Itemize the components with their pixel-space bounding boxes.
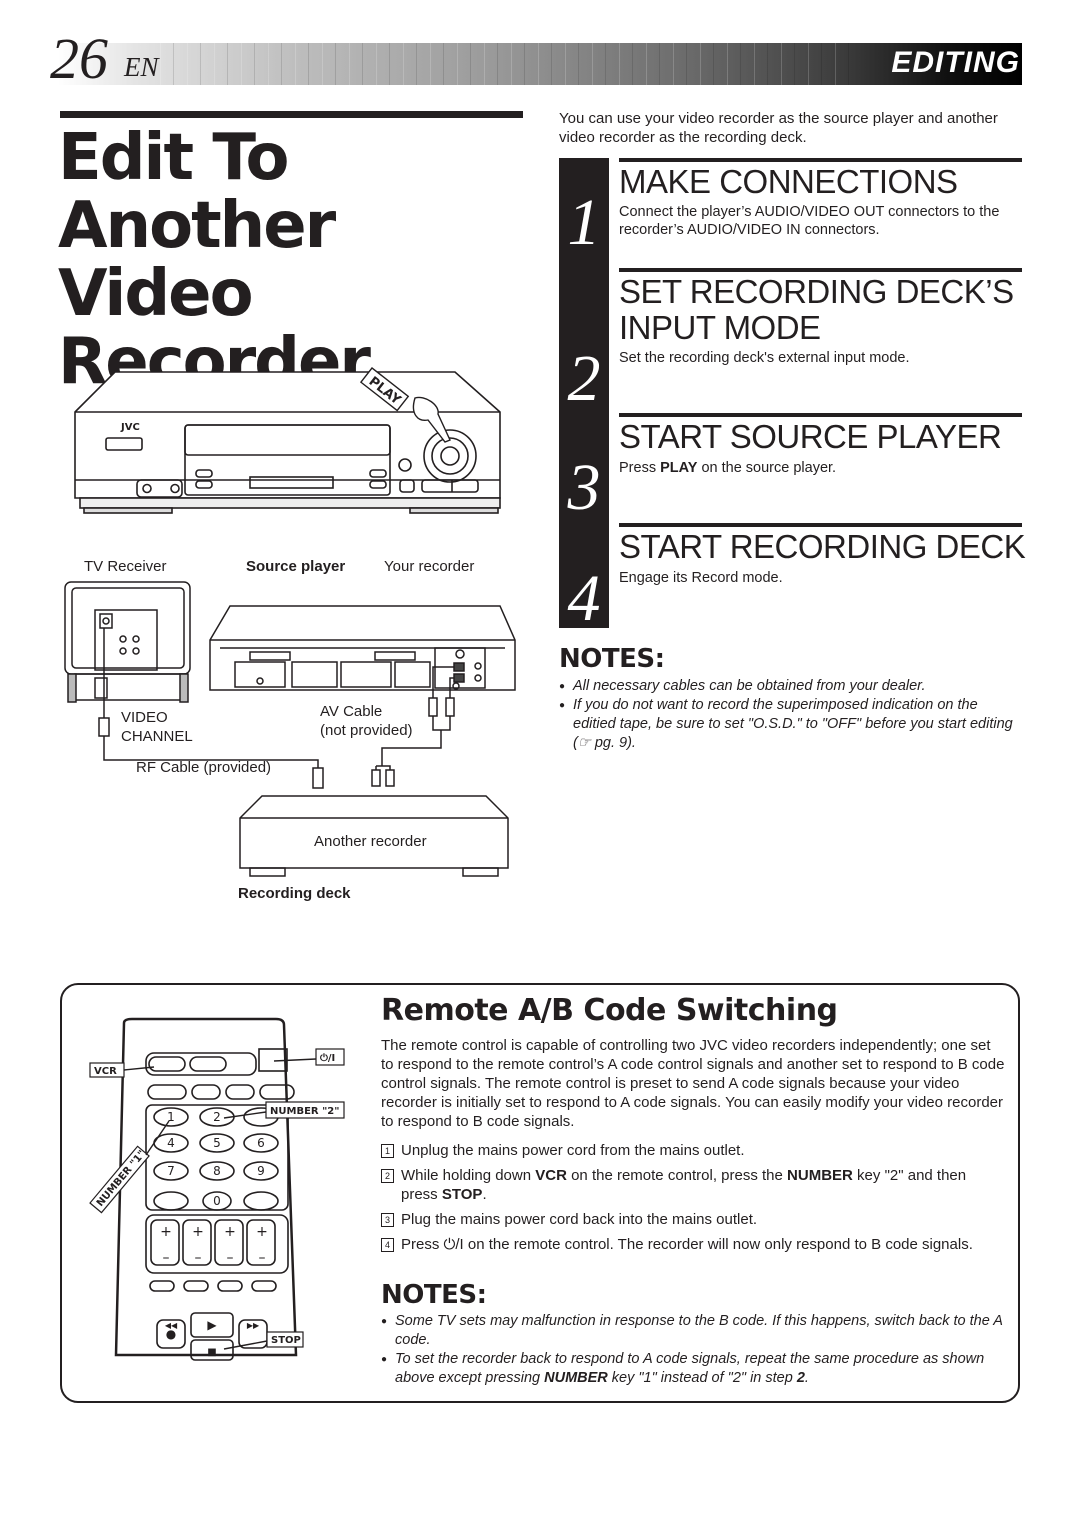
title-rule xyxy=(60,111,523,118)
remote-key: 8 xyxy=(213,1164,221,1178)
another-recorder-label: Another recorder xyxy=(314,833,427,850)
step-box-number: 1 xyxy=(381,1144,394,1158)
svg-text:+: + xyxy=(256,1224,268,1240)
recording-deck-label: Recording deck xyxy=(238,885,351,902)
svg-text:–: – xyxy=(259,1250,266,1266)
svg-text:–: – xyxy=(163,1250,170,1266)
remote-section-title: Remote A/B Code Switching xyxy=(381,993,838,1028)
step-text: Press PLAY on the source player. xyxy=(619,460,837,476)
source-player-back xyxy=(209,605,516,691)
svg-text:–: – xyxy=(227,1250,234,1266)
title-line: Another Video xyxy=(58,189,336,331)
header-band-texture xyxy=(160,43,860,85)
remote-key: 2 xyxy=(213,1110,221,1124)
remote-step: 3 Plug the mains power cord back into the… xyxy=(381,1210,1006,1229)
step-number: 2 xyxy=(567,342,601,415)
your-recorder-label: Your recorder xyxy=(384,558,475,575)
step-box-number: 3 xyxy=(381,1213,394,1227)
svg-text:+: + xyxy=(192,1224,204,1240)
tv-receiver-label: TV Receiver xyxy=(84,558,167,575)
step-number: 4 xyxy=(567,562,601,635)
vcr-callout: VCR xyxy=(94,1066,117,1077)
step-text: Engage its Record mode. xyxy=(619,570,783,586)
remote-step: 4 Press ⏻/I on the remote control. The re… xyxy=(381,1235,1006,1254)
remote-step: 1 Unplug the mains power cord from the ma… xyxy=(381,1141,1006,1160)
stop-callout: STOP xyxy=(271,1335,301,1346)
remote-step: 2 While holding down VCR on the remote co… xyxy=(381,1166,1006,1204)
step-heading: START SOURCE PLAYER xyxy=(619,418,1002,455)
tv-receiver-back xyxy=(64,581,191,703)
remote-key: 4 xyxy=(167,1136,175,1150)
section-tag: EDITING xyxy=(891,46,1020,79)
step-heading: START RECORDING DECK xyxy=(619,528,1026,565)
remote-key: 0 xyxy=(213,1194,221,1208)
source-player-label: Source player xyxy=(246,558,346,575)
note-item: Some TV sets may malfunction in response… xyxy=(381,1312,1006,1350)
remote-intro: The remote control is capable of control… xyxy=(381,1037,1005,1130)
remote-control-illustration: 1 2 4 5 6 7 8 9 0 + + + + – – – – ▶ ■ ● ◀◀ ▶▶ … xyxy=(89,1017,345,1361)
note-item: To set the recorder back to respond to A… xyxy=(381,1350,1006,1388)
note-item: If you do not want to record the superim… xyxy=(559,696,1014,753)
note-item: All necessary cables can be obtained fro… xyxy=(559,677,1014,696)
av-cable-label: AV Cable (not provided) xyxy=(320,703,413,739)
vcr-front-illustration: JVC PLAY xyxy=(74,367,501,514)
rf-cable-label: RF Cable (provided) xyxy=(136,759,272,776)
page-language: EN xyxy=(124,52,159,82)
svg-text:+: + xyxy=(224,1224,236,1240)
step-box-number: 4 xyxy=(381,1238,394,1252)
step-rule xyxy=(619,523,1022,527)
intro-text: You can use your video recorder as the s… xyxy=(559,110,998,146)
play-icon: ▶ xyxy=(207,1318,217,1332)
step-number: 1 xyxy=(567,186,601,259)
vcr-brand-logo: JVC xyxy=(120,422,140,433)
step-heading: SET RECORDING DECK’S INPUT MODE xyxy=(619,273,1014,346)
step-number: 3 xyxy=(567,451,601,524)
remote-key: 5 xyxy=(213,1136,221,1150)
title-line: Edit To xyxy=(58,121,289,195)
remote-steps-list: 1 Unplug the mains power cord from the ma… xyxy=(381,1141,1006,1260)
step-text: Connect the player’s AUDIO/VIDEO OUT con… xyxy=(619,204,1000,238)
power-callout: ⏻/I xyxy=(320,1052,335,1064)
step-rule xyxy=(619,268,1022,272)
remote-key: 6 xyxy=(257,1136,265,1150)
video-channel-label: VIDEO CHANNEL xyxy=(121,709,193,745)
svg-text:–: – xyxy=(195,1250,202,1266)
remote-notes-list: Some TV sets may malfunction in response… xyxy=(381,1312,1006,1388)
number2-callout: NUMBER "2" xyxy=(270,1106,339,1117)
step-rule xyxy=(619,158,1022,162)
step-heading: MAKE CONNECTIONS xyxy=(619,163,958,200)
stop-icon: ■ xyxy=(207,1347,216,1358)
remote-key: 9 xyxy=(257,1164,265,1178)
step-rule xyxy=(619,413,1022,417)
step-box-number: 2 xyxy=(381,1169,394,1183)
notes-list: All necessary cables can be obtained fro… xyxy=(559,677,1014,753)
rewind-icon: ◀◀ xyxy=(165,1321,178,1330)
page-number: 26 xyxy=(50,26,108,91)
svg-text:+: + xyxy=(160,1224,172,1240)
remote-notes-heading: NOTES: xyxy=(381,1280,487,1310)
fast-forward-icon: ▶▶ xyxy=(247,1321,260,1330)
remote-key: 7 xyxy=(167,1164,175,1178)
step-text: Set the recording deck's external input … xyxy=(619,350,910,366)
notes-heading: NOTES: xyxy=(559,644,665,674)
